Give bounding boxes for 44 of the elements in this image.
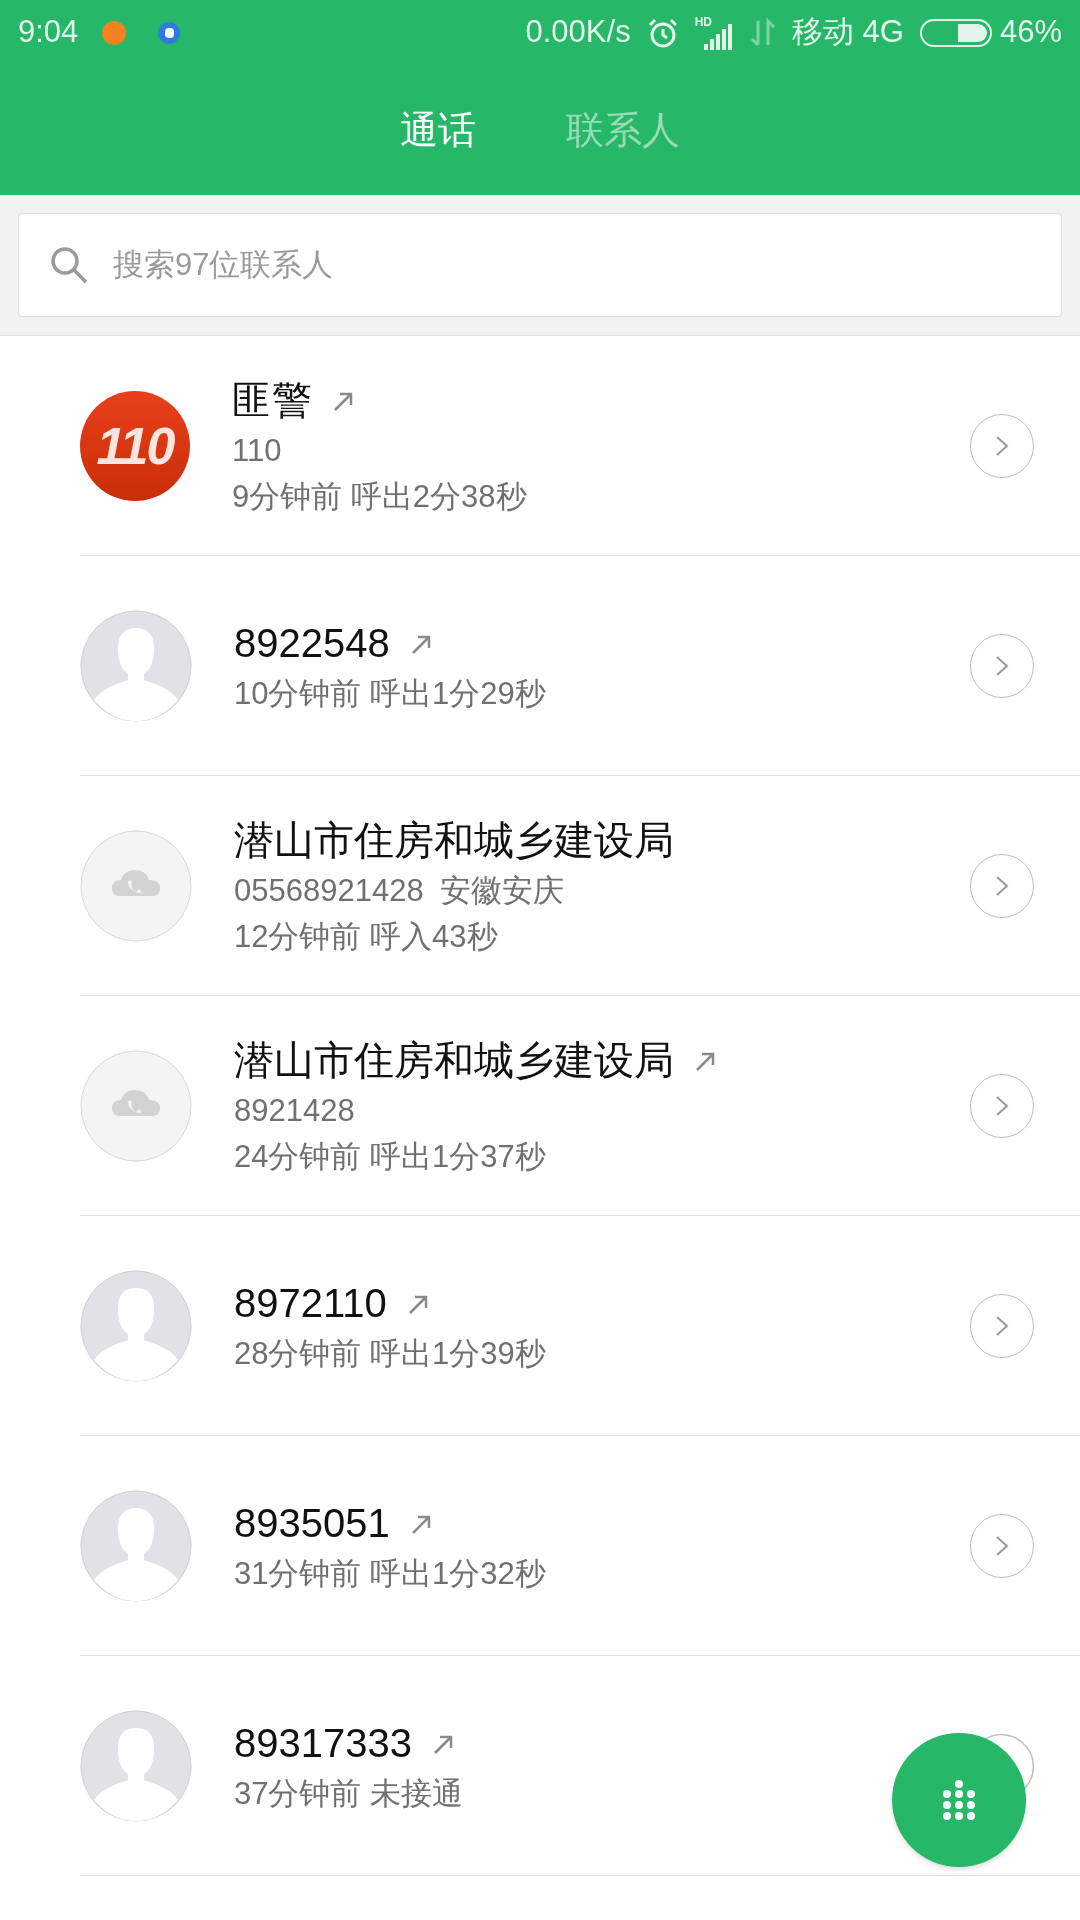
caller-name: 8935051	[234, 1500, 390, 1547]
outgoing-call-icon	[332, 391, 354, 413]
call-time: 28分钟前 呼出1分39秒	[234, 1335, 546, 1373]
chevron-right-icon	[995, 435, 1009, 457]
call-time: 37分钟前 未接通	[234, 1775, 464, 1813]
dialpad-icon	[941, 1780, 977, 1820]
details-button[interactable]	[970, 1514, 1034, 1578]
search-bar[interactable]: 搜索97位联系人	[18, 213, 1062, 317]
search-icon	[49, 245, 89, 285]
caller-name: 潜山市住房和城乡建设局	[234, 817, 674, 864]
call-time: 31分钟前 呼出1分32秒	[234, 1555, 546, 1593]
caller-name: 89317333	[234, 1720, 412, 1767]
network-speed: 0.00K/s	[525, 13, 631, 52]
call-time: 12分钟前 呼入43秒	[234, 918, 498, 956]
alarm-icon	[646, 16, 679, 49]
outgoing-call-icon	[694, 1051, 716, 1073]
phone-number: 05568921428	[234, 872, 424, 910]
caller-name: 潜山市住房和城乡建设局	[234, 1037, 674, 1084]
battery-icon	[919, 18, 992, 47]
caller-name: 8922548	[234, 620, 390, 667]
status-time: 9:04	[18, 13, 79, 52]
emergency-avatar: 110	[80, 391, 190, 501]
chevron-right-icon	[995, 655, 1009, 677]
data-arrows-icon	[750, 16, 776, 49]
phone-number: 8921428	[234, 1092, 355, 1130]
tab[interactable]: 通话	[400, 101, 476, 159]
chevron-right-icon	[995, 875, 1009, 897]
call-time: 24分钟前 呼出1分37秒	[234, 1138, 546, 1176]
call-time: 9分钟前 呼出2分38秒	[232, 478, 527, 516]
caller-location: 安徽安庆	[439, 872, 564, 910]
chevron-right-icon	[995, 1315, 1009, 1337]
chevron-right-icon	[995, 1095, 1009, 1117]
hd-label: HD	[694, 15, 712, 28]
caller-name: 匪警	[232, 377, 312, 424]
phone-number: 110	[232, 432, 282, 470]
carrier-label: 移动 4G	[792, 13, 904, 52]
app-notification-icon	[102, 20, 127, 45]
battery-percent: 46%	[999, 13, 1062, 52]
call-time: 10分钟前 呼出1分29秒	[234, 675, 546, 713]
chevron-right-icon	[995, 1535, 1009, 1557]
caller-name: 8972110	[234, 1280, 387, 1327]
app-notification-icon	[158, 21, 181, 44]
tab[interactable]: 联系人	[566, 101, 680, 159]
details-button[interactable]	[985, 1734, 1034, 1789]
